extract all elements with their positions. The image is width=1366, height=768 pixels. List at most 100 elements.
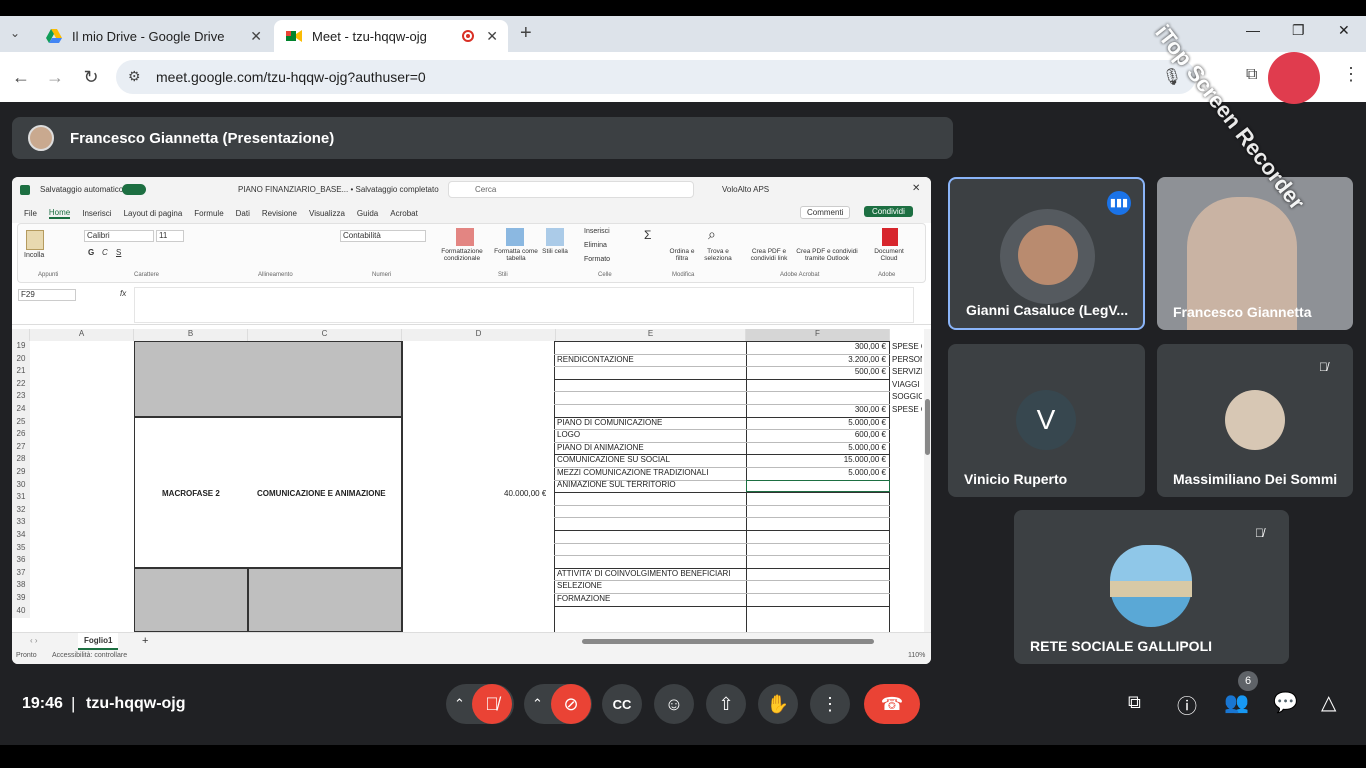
- cell-f26[interactable]: 5.000,00 €: [748, 443, 886, 452]
- comments-button[interactable]: Commenti: [800, 206, 851, 219]
- cell-g23[interactable]: SPESE C: [892, 405, 922, 414]
- insert-cells-button[interactable]: Inserisci: [584, 228, 610, 235]
- tab-drive[interactable]: Il mio Drive - Google Drive ✕: [34, 20, 272, 52]
- forward-icon[interactable]: →: [42, 64, 68, 90]
- cell-fase[interactable]: COMUNICAZIONE E ANIMAZIONE: [257, 489, 386, 498]
- close-icon[interactable]: ✕: [486, 28, 498, 45]
- more-options-button[interactable]: ⋮: [810, 684, 850, 724]
- selected-cell[interactable]: [746, 480, 890, 492]
- menu-home[interactable]: Home: [48, 208, 71, 219]
- menu-dati[interactable]: Dati: [236, 209, 250, 218]
- cell-e38[interactable]: FORMAZIONE: [557, 594, 610, 603]
- participant-tile-rete-sociale[interactable]: 🎙̸ RETE SOCIALE GALLIPOLI: [1014, 510, 1289, 664]
- row-header[interactable]: 34: [12, 530, 30, 543]
- sum-icon[interactable]: Σ: [644, 228, 651, 242]
- row-header[interactable]: 32: [12, 504, 30, 518]
- cell-g22a[interactable]: VIAGGI: [892, 380, 922, 389]
- spreadsheet-grid[interactable]: A B C D E F 19 20 21 22 23 24 25 26 27 28 29 30 31 32…: [12, 329, 924, 632]
- number-format-select[interactable]: Contabilità: [340, 230, 426, 242]
- cell-f21[interactable]: 500,00 €: [748, 367, 886, 376]
- zoom-level[interactable]: 110%: [908, 652, 925, 659]
- cell-f27[interactable]: 15.000,00 €: [748, 455, 886, 464]
- close-icon[interactable]: ✕: [250, 28, 262, 45]
- row-header[interactable]: 27: [12, 441, 30, 455]
- name-box[interactable]: F29: [18, 289, 76, 301]
- extensions-icon[interactable]: ⧉: [1246, 66, 1257, 84]
- cell-f28[interactable]: 5.000,00 €: [748, 468, 886, 477]
- cell-e37[interactable]: SELEZIONE: [557, 581, 602, 590]
- activities-icon[interactable]: △: [1321, 690, 1336, 715]
- row-header[interactable]: 22: [12, 378, 30, 392]
- cell-e29[interactable]: ANIMAZIONE SUL TERRITORIO: [557, 480, 676, 489]
- font-size-select[interactable]: 11: [156, 230, 184, 242]
- function-icon[interactable]: fx: [120, 289, 126, 298]
- row-header[interactable]: 33: [12, 517, 30, 530]
- add-sheet-icon[interactable]: +: [142, 635, 148, 647]
- row-header[interactable]: 40: [12, 605, 30, 619]
- pdf-outlook-label[interactable]: Crea PDF e condividi tramite Outlook: [794, 248, 860, 262]
- status-accessibility[interactable]: Accessibilità: controllare: [52, 652, 127, 659]
- reload-icon[interactable]: ↻: [78, 64, 104, 90]
- people-icon[interactable]: 👥: [1224, 690, 1249, 715]
- column-header[interactable]: F: [746, 329, 890, 341]
- window-close-icon[interactable]: ✕: [1338, 22, 1350, 39]
- vertical-scrollbar[interactable]: [924, 329, 931, 632]
- cell-e27[interactable]: COMUNICAZIONE SU SOCIAL: [557, 455, 670, 464]
- column-header[interactable]: C: [248, 329, 402, 341]
- mic-toggle-button[interactable]: 🎙̸: [472, 684, 512, 724]
- host-controls-icon[interactable]: ⧉: [1128, 692, 1141, 713]
- back-icon[interactable]: ←: [8, 64, 34, 90]
- cell-f25[interactable]: 600,00 €: [748, 430, 886, 439]
- autosave-toggle[interactable]: [122, 184, 146, 195]
- bold-icon[interactable]: G: [88, 248, 94, 257]
- column-header[interactable]: A: [30, 329, 134, 341]
- participant-tile-francesco[interactable]: Francesco Giannetta: [1157, 177, 1353, 330]
- cell-e25[interactable]: LOGO: [557, 430, 580, 439]
- camera-toggle-button[interactable]: ⊘: [551, 684, 591, 724]
- participant-tile-vinicio[interactable]: V Vinicio Ruperto: [948, 344, 1145, 497]
- raise-hand-button[interactable]: ✋: [758, 684, 798, 724]
- menu-icon[interactable]: ⋮: [1342, 64, 1360, 85]
- delete-cells-button[interactable]: Elimina: [584, 242, 607, 249]
- row-header[interactable]: 21: [12, 366, 30, 379]
- cell-f24[interactable]: 5.000,00 €: [748, 418, 886, 427]
- italic-icon[interactable]: C: [102, 248, 108, 257]
- row-header[interactable]: 24: [12, 404, 30, 417]
- row-header[interactable]: 20: [12, 353, 30, 367]
- underline-icon[interactable]: S: [116, 248, 121, 257]
- column-header[interactable]: D: [402, 329, 556, 341]
- row-header[interactable]: 30: [12, 479, 30, 493]
- cell-e28[interactable]: MEZZI COMUNICAZIONE TRADIZIONALI: [557, 468, 708, 477]
- reactions-button[interactable]: ☺: [654, 684, 694, 724]
- present-button[interactable]: ⇧: [706, 684, 746, 724]
- menu-layout[interactable]: Layout di pagina: [124, 209, 183, 218]
- row-header[interactable]: 35: [12, 542, 30, 556]
- cell-f23[interactable]: 300,00 €: [748, 405, 886, 414]
- captions-button[interactable]: CC: [602, 684, 642, 724]
- row-header[interactable]: 23: [12, 391, 30, 404]
- tab-meet[interactable]: Meet - tzu-hqqw-ojg ✕: [274, 20, 508, 52]
- row-header[interactable]: 37: [12, 567, 30, 581]
- participant-tile-gianni[interactable]: ▮▮▮ Gianni Casaluce (LegV...: [948, 177, 1145, 330]
- info-icon[interactable]: ⓘ: [1177, 690, 1197, 719]
- restore-icon[interactable]: ❐: [1292, 22, 1305, 39]
- cell-g21[interactable]: SERVIZI: [892, 367, 922, 376]
- cell-e24[interactable]: PIANO DI COMUNICAZIONE: [557, 418, 662, 427]
- sheet-nav-icon[interactable]: ‹ ›: [30, 636, 38, 645]
- column-header[interactable]: B: [134, 329, 248, 341]
- chat-icon[interactable]: 💬: [1273, 690, 1298, 715]
- row-header[interactable]: 19: [12, 341, 30, 354]
- scroll-thumb[interactable]: [925, 399, 930, 455]
- cell-g20[interactable]: PERSON: [892, 355, 922, 364]
- menu-guida[interactable]: Guida: [357, 209, 378, 218]
- menu-file[interactable]: File: [24, 209, 37, 218]
- cell-e20[interactable]: RENDICONTAZIONE: [557, 355, 634, 364]
- cell-g19[interactable]: SPESE C: [892, 342, 922, 351]
- excel-search-box[interactable]: Cerca: [448, 181, 694, 198]
- cell-g22b[interactable]: SOGGIO: [892, 392, 922, 401]
- format-table-icon[interactable]: [506, 228, 524, 246]
- format-cells-button[interactable]: Formato: [584, 256, 610, 263]
- url-field[interactable]: ⚙ meet.google.com/tzu-hqqw-ojg?authuser=…: [116, 60, 1196, 94]
- cell-styles-icon[interactable]: [546, 228, 564, 246]
- tab-search-icon[interactable]: ⌄: [10, 26, 20, 40]
